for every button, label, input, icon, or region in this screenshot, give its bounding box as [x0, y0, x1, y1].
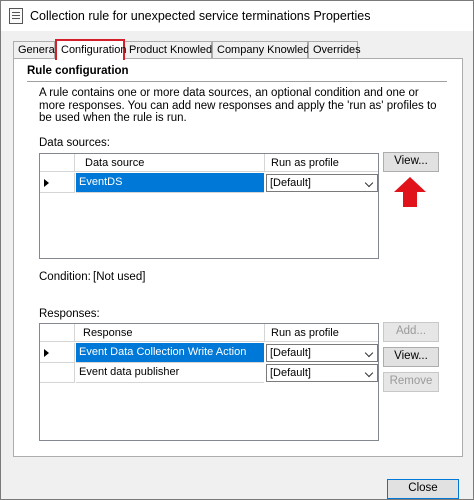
section-heading: Rule configuration	[27, 65, 129, 77]
properties-window-icon	[9, 8, 23, 24]
tab-company-knowledge[interactable]: Company Knowledge	[212, 41, 322, 59]
row-header[interactable]	[40, 173, 75, 193]
tab-general[interactable]: General	[13, 41, 57, 59]
response-cell[interactable]: Event data publisher	[76, 363, 264, 383]
row-header-corner	[40, 324, 75, 342]
chevron-down-icon	[364, 178, 374, 188]
chevron-down-icon	[364, 368, 374, 378]
condition-value: [Not used]	[93, 271, 146, 283]
condition-label: Condition:	[39, 271, 91, 283]
data-sources-header: Data source Run as profile	[40, 154, 378, 172]
run-as-profile-select[interactable]: [Default]	[266, 174, 378, 192]
column-header-data-source: Data source	[75, 154, 265, 172]
window-title: Collection rule for unexpected service t…	[30, 9, 371, 23]
row-header[interactable]	[40, 363, 75, 383]
column-header-response: Response	[75, 324, 265, 342]
data-source-cell[interactable]: EventDS	[76, 173, 264, 193]
responses-grid: Response Run as profile Event Data Colle…	[39, 323, 379, 441]
run-as-profile-select[interactable]: [Default]	[266, 364, 378, 382]
close-button[interactable]: Close	[387, 479, 459, 499]
tab-product-knowledge[interactable]: Product Knowledge	[124, 41, 224, 59]
red-up-arrow-icon	[394, 177, 426, 207]
run-as-profile-value: [Default]	[270, 177, 311, 189]
rule-description: A rule contains one or more data sources…	[39, 87, 437, 124]
data-sources-grid: Data source Run as profile EventDS [Defa…	[39, 153, 379, 259]
row-header[interactable]	[40, 343, 75, 363]
current-row-arrow-icon	[44, 179, 49, 187]
run-as-profile-value: [Default]	[270, 347, 311, 359]
table-row[interactable]: EventDS [Default]	[40, 173, 378, 193]
table-row[interactable]: Event Data Collection Write Action [Defa…	[40, 343, 378, 363]
row-header-corner	[40, 154, 75, 172]
column-header-run-as-profile: Run as profile	[271, 327, 339, 339]
remove-response-button[interactable]: Remove	[383, 372, 439, 392]
run-as-profile-select[interactable]: [Default]	[266, 344, 378, 362]
table-row[interactable]: Event data publisher [Default]	[40, 363, 378, 383]
response-view-button[interactable]: View...	[383, 347, 439, 367]
run-as-profile-value: [Default]	[270, 367, 311, 379]
section-divider	[27, 81, 447, 82]
add-response-button[interactable]: Add...	[383, 322, 439, 342]
responses-label: Responses:	[39, 308, 100, 320]
data-source-view-button[interactable]: View...	[383, 152, 439, 172]
responses-header: Response Run as profile	[40, 324, 378, 342]
title-bar: Collection rule for unexpected service t…	[1, 1, 473, 31]
tab-strip: General Configuration Product Knowledge …	[13, 39, 463, 60]
tab-overrides[interactable]: Overrides	[308, 41, 361, 59]
current-row-arrow-icon	[44, 349, 49, 357]
tab-configuration[interactable]: Configuration	[55, 39, 126, 60]
chevron-down-icon	[364, 348, 374, 358]
column-header-run-as-profile: Run as profile	[271, 157, 339, 169]
response-cell[interactable]: Event Data Collection Write Action	[76, 343, 264, 363]
properties-window: Collection rule for unexpected service t…	[0, 0, 474, 500]
data-sources-label: Data sources:	[39, 137, 110, 149]
